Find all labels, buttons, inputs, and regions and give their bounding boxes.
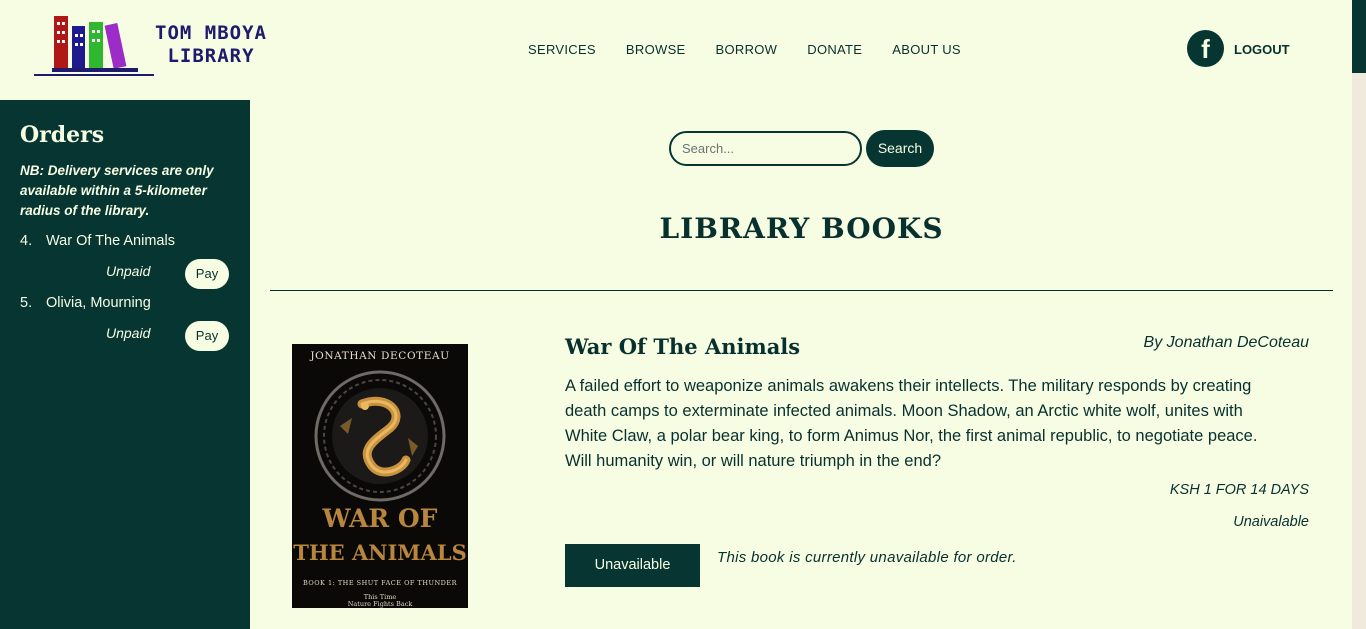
divider (270, 290, 1333, 291)
dragon-emblem-icon (314, 370, 446, 502)
scrollbar-track[interactable] (1352, 0, 1366, 629)
order-item: 5. Olivia, Mourning (20, 295, 235, 311)
order-title: Olivia, Mourning (46, 295, 151, 311)
nav-browse[interactable]: BROWSE (626, 42, 686, 57)
book-author: By Jonathan DeCoteau (1143, 334, 1309, 351)
site-header: TOM MBOYA LIBRARY SERVICES BROWSE BORROW… (0, 0, 1352, 100)
delivery-note: NB: Delivery services are only available… (20, 163, 214, 218)
nav-borrow[interactable]: BORROW (716, 42, 778, 57)
order-status: Unpaid (106, 325, 151, 341)
page-title: LIBRARY BOOKS (659, 212, 944, 245)
nav-donate[interactable]: DONATE (807, 42, 862, 57)
main-nav: SERVICES BROWSE BORROW DONATE ABOUT US (528, 42, 991, 57)
order-index: 5. (20, 295, 33, 311)
logo-wordmark[interactable]: TOM MBOYA LIBRARY (146, 22, 276, 68)
book-title[interactable]: War Of The Animals (565, 334, 800, 359)
nav-services[interactable]: SERVICES (528, 42, 596, 57)
pay-button[interactable]: Pay (185, 259, 229, 289)
scrollbar-thumb[interactable] (1352, 0, 1366, 73)
cover-tagline-2: Nature Fights Back (347, 600, 413, 608)
order-index: 4. (20, 233, 33, 249)
book-availability: Unaivalable (1233, 514, 1309, 530)
search-input[interactable] (669, 131, 862, 166)
book-description: A failed effort to weaponize animals awa… (565, 377, 1258, 470)
order-title: War Of The Animals (46, 233, 175, 249)
logo-line-2: LIBRARY (167, 45, 255, 67)
order-status: Unpaid (106, 263, 151, 279)
logo-line-1: TOM MBOYA (155, 22, 267, 44)
nav-about-us[interactable]: ABOUT US (892, 42, 961, 57)
unavailable-note: This book is currently unavailable for o… (717, 549, 1017, 566)
cover-subtitle: BOOK 1: THE SHUT FACE OF THUNDER (302, 579, 458, 587)
cover-title-line-2: THE ANIMALS (293, 540, 467, 565)
orders-heading: Orders (20, 122, 105, 148)
book-cover-image[interactable]: JONATHAN DECOTEAU WAR OF THE ANIMALS BOO… (292, 344, 468, 608)
search-button[interactable]: Search (866, 130, 934, 167)
logout-link[interactable]: LOGOUT (1234, 42, 1290, 57)
pay-button[interactable]: Pay (185, 321, 229, 351)
order-item: 4. War Of The Animals (20, 233, 235, 249)
orders-sidebar: Orders NB: Delivery services are only av… (0, 100, 250, 629)
cover-title-line-1: WAR OF (322, 504, 438, 533)
unavailable-button[interactable]: Unavailable (565, 544, 700, 587)
facebook-icon[interactable]: f (1187, 30, 1224, 67)
book-price: KSH 1 FOR 14 DAYS (1169, 482, 1309, 498)
cover-author: JONATHAN DECOTEAU (310, 350, 450, 362)
